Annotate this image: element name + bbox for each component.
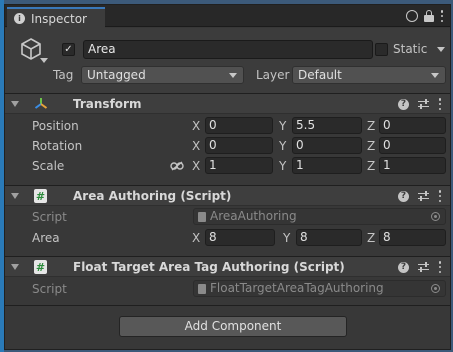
static-label: Static bbox=[393, 42, 428, 56]
scale-label: Scale bbox=[32, 159, 65, 173]
position-z-field[interactable]: 0 bbox=[379, 117, 446, 134]
rotation-label: Rotation bbox=[32, 139, 83, 153]
script-label: Script bbox=[32, 282, 67, 296]
fold-arrow-icon[interactable] bbox=[11, 101, 19, 107]
object-picker-icon[interactable] bbox=[431, 284, 440, 293]
script-label: Script bbox=[32, 210, 67, 224]
help-icon[interactable]: ? bbox=[398, 98, 409, 110]
info-icon: i bbox=[14, 13, 25, 24]
script-file-icon bbox=[198, 284, 206, 294]
script-field[interactable]: AreaAuthoring bbox=[193, 208, 446, 225]
scale-x-field[interactable]: 1 bbox=[205, 157, 273, 174]
tag-dropdown[interactable]: Untagged bbox=[81, 66, 244, 84]
component-menu-icon[interactable] bbox=[438, 261, 442, 273]
icon-dropdown-caret[interactable] bbox=[40, 58, 48, 63]
rotation-z-field[interactable]: 0 bbox=[379, 137, 446, 154]
axis-z-label[interactable]: Z bbox=[367, 119, 375, 133]
axis-x-label[interactable]: X bbox=[192, 159, 200, 173]
fold-arrow-icon[interactable] bbox=[11, 193, 19, 199]
axis-y-label[interactable]: Y bbox=[279, 159, 286, 173]
rotation-y-field[interactable]: 0 bbox=[292, 137, 362, 154]
tab-inspector-label: Inspector bbox=[31, 11, 87, 26]
fold-arrow-icon[interactable] bbox=[11, 264, 19, 270]
area-x-field[interactable]: 8 bbox=[205, 229, 275, 246]
float-target-title: Float Target Area Tag Authoring (Script) bbox=[73, 260, 345, 274]
active-checkbox[interactable]: ✓ bbox=[62, 43, 75, 56]
axis-z-label[interactable]: Z bbox=[367, 231, 375, 245]
layer-label: Layer bbox=[256, 68, 290, 82]
position-x-field[interactable]: 0 bbox=[205, 117, 273, 134]
tab-tools bbox=[406, 10, 444, 22]
transform-header[interactable]: Transform ? bbox=[5, 93, 450, 114]
float-target-header[interactable]: # Float Target Area Tag Authoring (Scrip… bbox=[5, 256, 450, 277]
inspector-panel: i Inspector ✓ Area Static Tag Untagged L… bbox=[4, 4, 451, 350]
script-field-value: FloatTargetAreaTagAuthoring bbox=[210, 281, 384, 295]
area-y-field[interactable]: 8 bbox=[296, 229, 362, 246]
debug-mode-icon[interactable] bbox=[406, 10, 418, 22]
position-y-field[interactable]: 5.5 bbox=[292, 117, 362, 134]
gameobject-name-field[interactable]: Area bbox=[83, 40, 373, 59]
static-checkbox[interactable] bbox=[375, 43, 388, 56]
area-label: Area bbox=[32, 231, 60, 245]
constrain-proportions-icon[interactable] bbox=[170, 161, 184, 171]
script-icon: # bbox=[34, 260, 47, 274]
rotation-x-field[interactable]: 0 bbox=[205, 137, 273, 154]
script-icon: # bbox=[34, 189, 47, 203]
component-menu-icon[interactable] bbox=[438, 98, 442, 110]
tab-inspector[interactable]: i Inspector bbox=[7, 7, 105, 28]
add-component-button[interactable]: Add Component bbox=[119, 316, 347, 337]
axis-z-label[interactable]: Z bbox=[367, 159, 375, 173]
layer-dropdown[interactable]: Default bbox=[292, 66, 446, 84]
axis-y-label[interactable]: Y bbox=[279, 139, 286, 153]
gameobject-header: ✓ Area Static Tag Untagged Layer Default bbox=[5, 28, 450, 94]
divider bbox=[5, 305, 450, 306]
tag-label: Tag bbox=[53, 68, 74, 82]
tab-menu-icon[interactable] bbox=[440, 10, 444, 22]
component-tools: ? bbox=[398, 98, 442, 110]
scale-z-field[interactable]: 1 bbox=[379, 157, 446, 174]
tab-bar: i Inspector bbox=[5, 5, 450, 28]
component-menu-icon[interactable] bbox=[438, 190, 442, 202]
scale-y-field[interactable]: 1 bbox=[292, 157, 362, 174]
presets-icon[interactable] bbox=[418, 261, 429, 273]
help-icon[interactable]: ? bbox=[398, 190, 409, 202]
object-picker-icon[interactable] bbox=[431, 212, 440, 221]
area-authoring-title: Area Authoring (Script) bbox=[73, 189, 232, 203]
script-field[interactable]: FloatTargetAreaTagAuthoring bbox=[193, 280, 446, 297]
axis-y-label[interactable]: Y bbox=[283, 231, 290, 245]
axis-y-label[interactable]: Y bbox=[279, 119, 286, 133]
axis-x-label[interactable]: X bbox=[192, 139, 200, 153]
presets-icon[interactable] bbox=[418, 98, 429, 110]
position-label: Position bbox=[32, 119, 79, 133]
area-z-field[interactable]: 8 bbox=[379, 229, 446, 246]
presets-icon[interactable] bbox=[418, 190, 429, 202]
transform-icon bbox=[34, 98, 48, 109]
component-tools: ? bbox=[398, 261, 442, 273]
axis-x-label[interactable]: X bbox=[192, 119, 200, 133]
component-tools: ? bbox=[398, 190, 442, 202]
lock-icon[interactable] bbox=[424, 10, 434, 22]
axis-x-label[interactable]: X bbox=[192, 231, 200, 245]
script-field-value: AreaAuthoring bbox=[210, 209, 297, 223]
script-file-icon bbox=[198, 212, 206, 222]
area-authoring-header[interactable]: # Area Authoring (Script) ? bbox=[5, 185, 450, 206]
axis-z-label[interactable]: Z bbox=[367, 139, 375, 153]
static-dropdown-caret[interactable] bbox=[437, 47, 445, 52]
transform-title: Transform bbox=[73, 97, 142, 111]
help-icon[interactable]: ? bbox=[398, 261, 409, 273]
